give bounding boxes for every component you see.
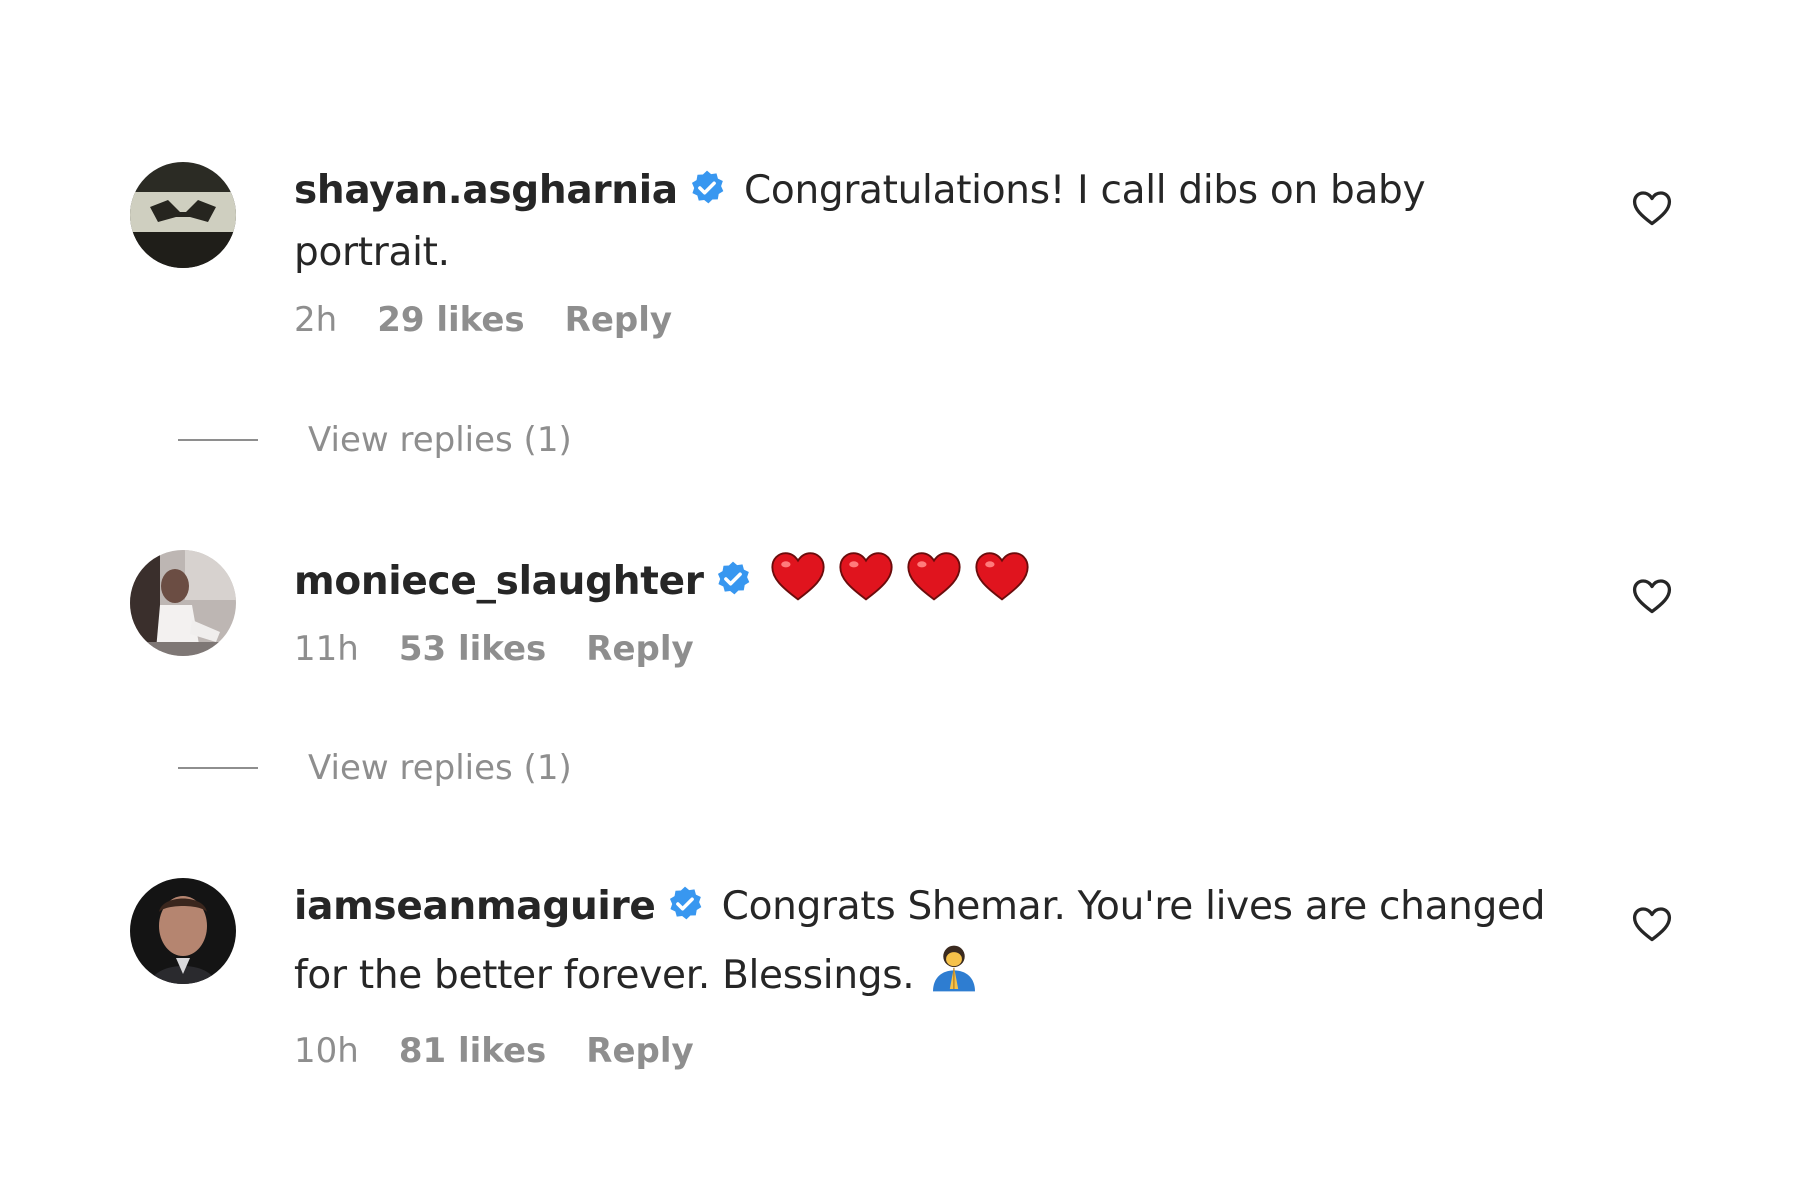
- view-replies-label: View replies (1): [308, 748, 572, 788]
- verified-badge-icon: [714, 557, 752, 615]
- avatar[interactable]: [130, 162, 236, 268]
- comment-meta: 11h 53 likes Reply: [294, 629, 1584, 669]
- reply-button[interactable]: Reply: [586, 1031, 693, 1071]
- comment-likes[interactable]: 81 likes: [399, 1031, 546, 1071]
- comment-text-line1: Congrats Shemar. You're lives are change…: [721, 884, 1546, 929]
- comment-likes[interactable]: 53 likes: [399, 629, 546, 669]
- comment-text: moniece_slaughter: [294, 550, 1584, 619]
- person-praying-icon: [926, 940, 982, 1013]
- like-heart-icon[interactable]: [1630, 902, 1674, 946]
- verified-badge-icon: [666, 882, 704, 940]
- avatar[interactable]: [130, 550, 236, 656]
- comment-time: 11h: [294, 629, 359, 669]
- avatar[interactable]: [130, 878, 236, 984]
- reply-button[interactable]: Reply: [565, 300, 672, 340]
- comment-text-line1: Congratulations! I call dibs on baby: [743, 168, 1426, 213]
- divider: [178, 767, 258, 769]
- verified-badge-icon: [688, 166, 726, 224]
- view-replies-label: View replies (1): [308, 420, 572, 460]
- red-heart-icon: [974, 550, 1030, 619]
- red-heart-icon: [838, 550, 894, 619]
- comment-meta: 2h 29 likes Reply: [294, 300, 1584, 340]
- comment-meta: 10h 81 likes Reply: [294, 1031, 1584, 1071]
- reply-button[interactable]: Reply: [586, 629, 693, 669]
- comment-body: iamseanmaguire Congrats Shemar. You're l…: [294, 878, 1584, 1071]
- comment-time: 2h: [294, 300, 338, 340]
- comment-time: 10h: [294, 1031, 359, 1071]
- comment-text-line2: portrait.: [294, 230, 450, 275]
- comment-username[interactable]: moniece_slaughter: [294, 559, 704, 604]
- view-replies-button[interactable]: View replies (1): [178, 748, 572, 788]
- comment-text: shayan.asgharnia Congratulations! I call…: [294, 162, 1584, 224]
- comment-likes[interactable]: 29 likes: [377, 300, 524, 340]
- divider: [178, 439, 258, 441]
- like-heart-icon[interactable]: [1630, 574, 1674, 618]
- red-heart-icon: [906, 550, 962, 619]
- comments-page: shayan.asgharnia Congratulations! I call…: [0, 0, 1800, 1200]
- comment-body: shayan.asgharnia Congratulations! I call…: [294, 162, 1584, 340]
- comment-username[interactable]: shayan.asgharnia: [294, 168, 678, 213]
- comment-body: moniece_slaughter 11h 53 likes Reply: [294, 550, 1584, 669]
- like-heart-icon[interactable]: [1630, 186, 1674, 230]
- comment-username[interactable]: iamseanmaguire: [294, 884, 656, 929]
- comment-text: iamseanmaguire Congrats Shemar. You're l…: [294, 878, 1584, 940]
- red-heart-icon: [770, 550, 826, 619]
- view-replies-button[interactable]: View replies (1): [178, 420, 572, 460]
- comment-text-line2: for the better forever. Blessings.: [294, 953, 915, 998]
- comment-text-line2-wrap: for the better forever. Blessings.: [294, 940, 1584, 1013]
